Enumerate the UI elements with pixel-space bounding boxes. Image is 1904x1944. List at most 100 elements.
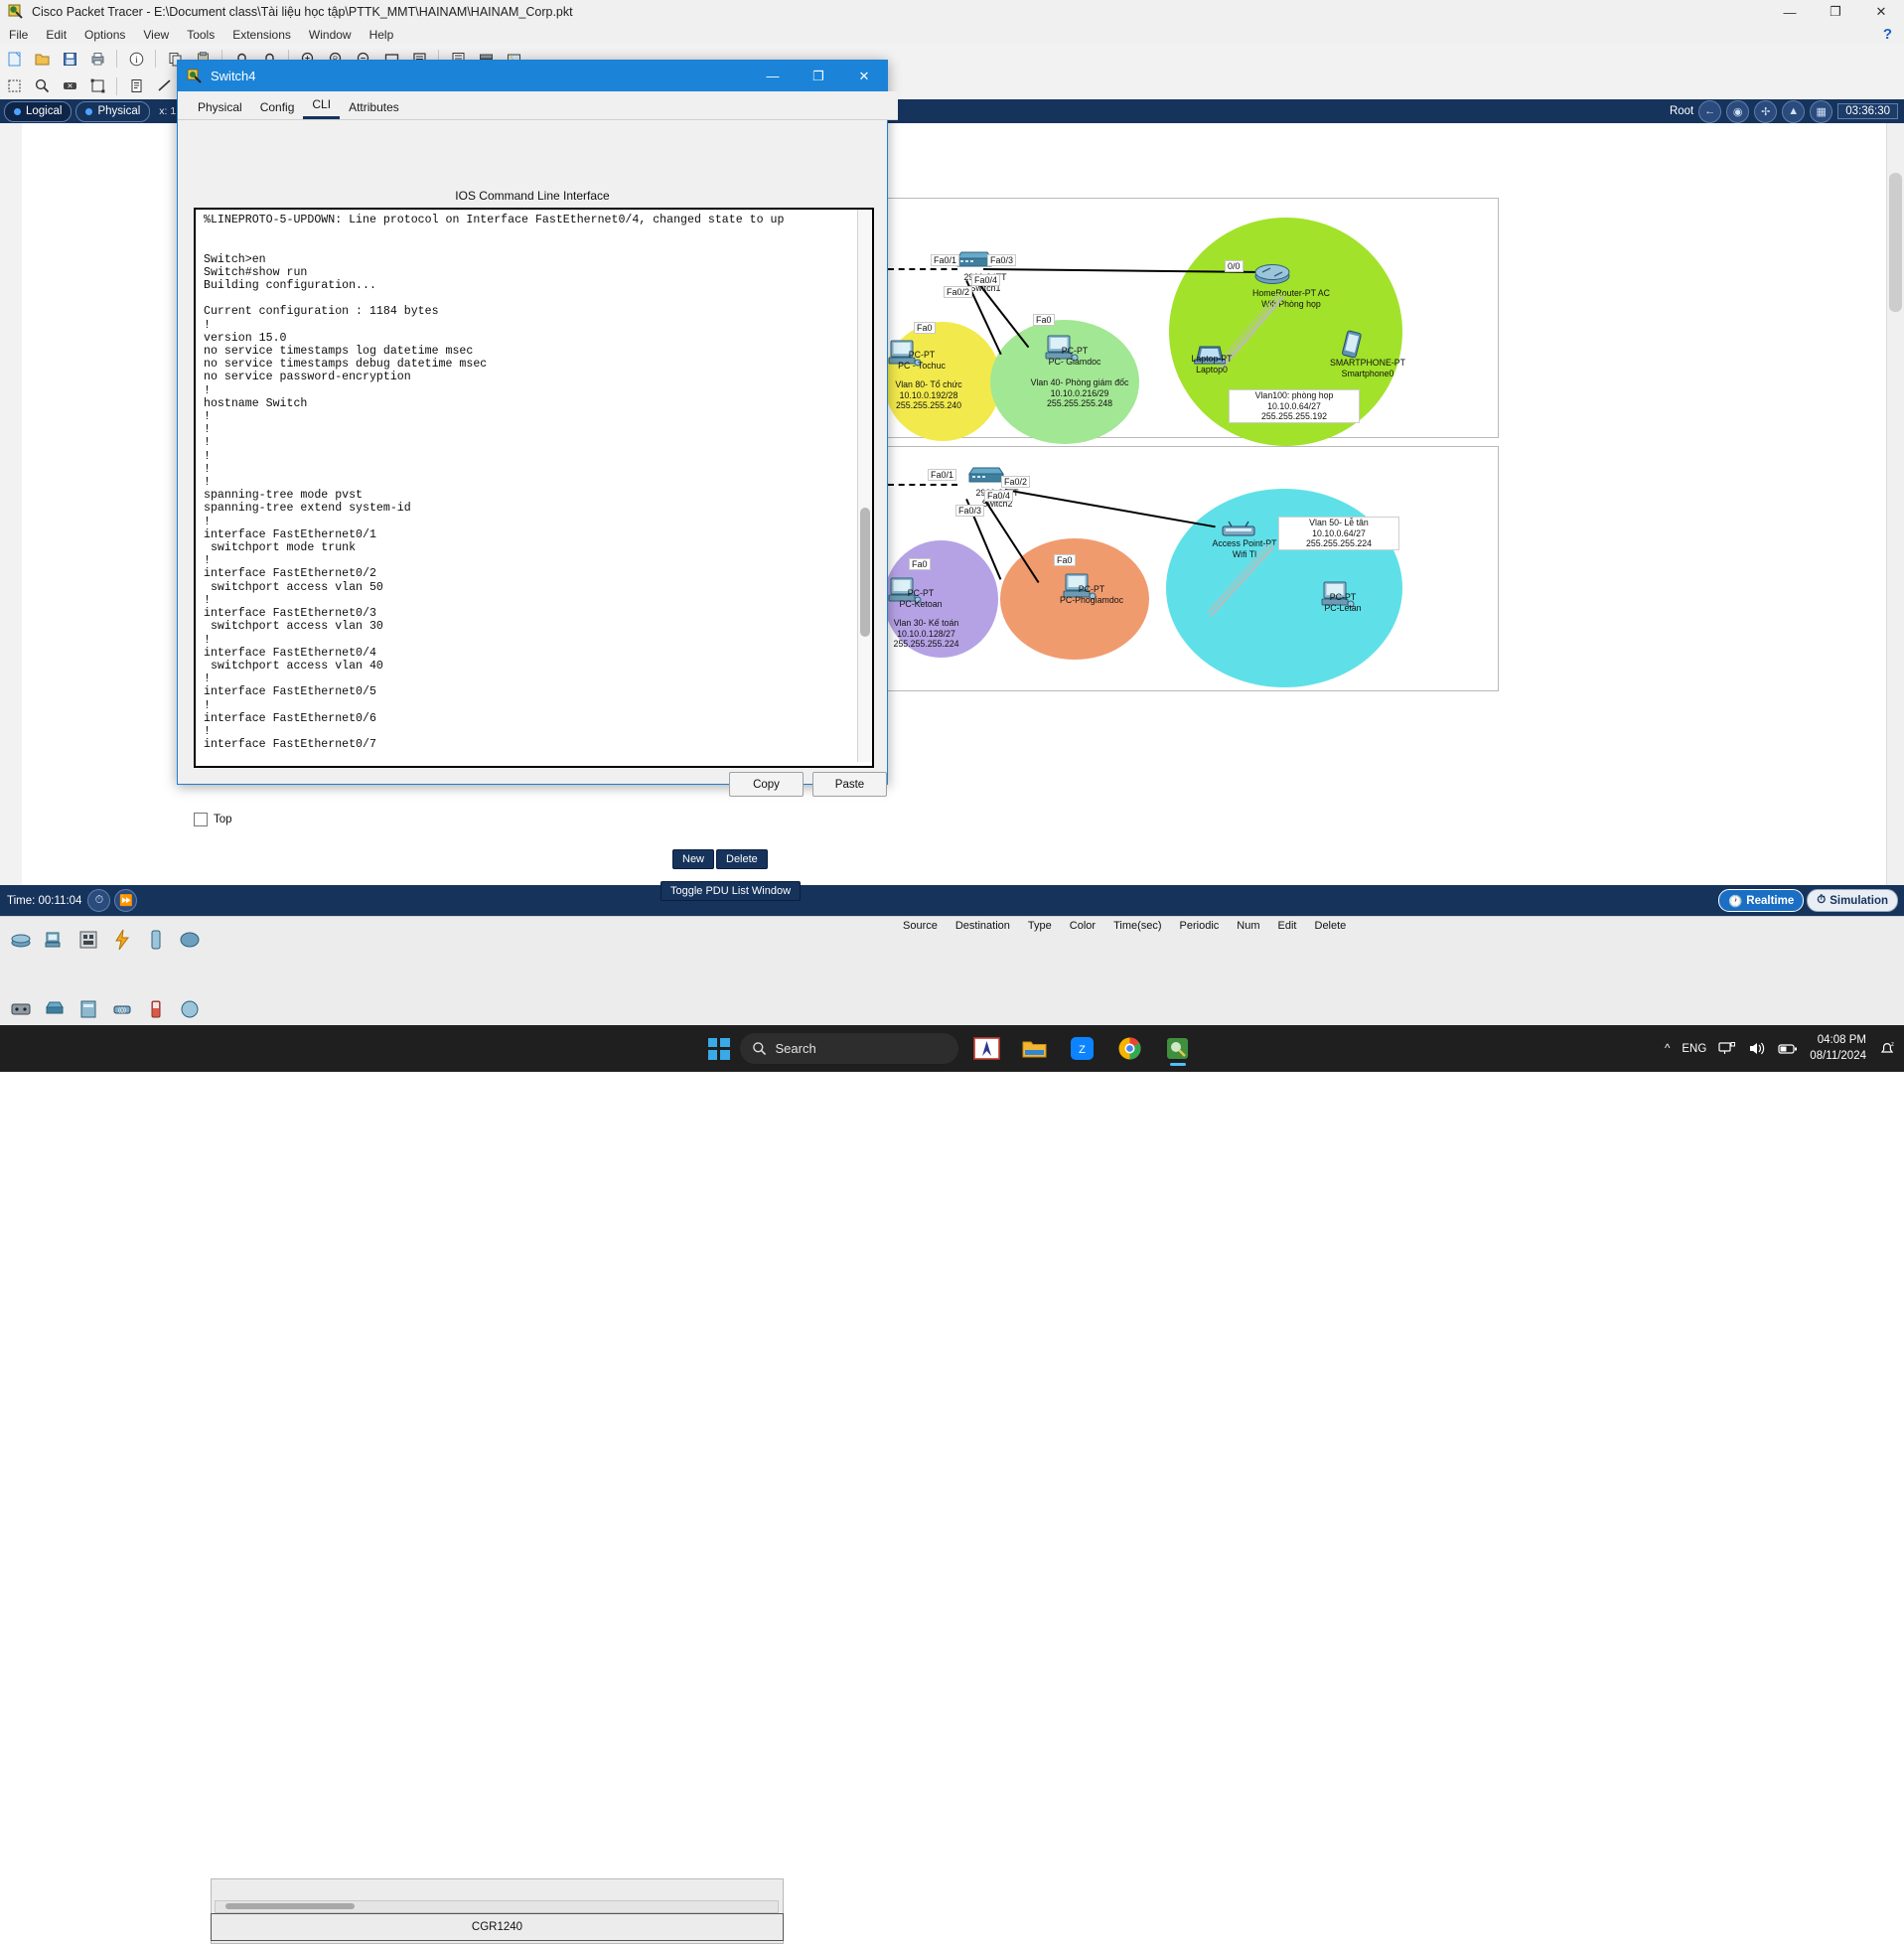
miscellaneous-icon[interactable] [141, 925, 171, 955]
notifications-bell-icon[interactable]: z [1878, 1040, 1896, 1057]
pdu-col-delete: Delete [1314, 920, 1347, 932]
back-arrow-icon[interactable]: ← [1698, 99, 1722, 123]
tab-cli[interactable]: CLI [303, 95, 341, 119]
top-checkbox[interactable] [194, 813, 208, 826]
connections-icon[interactable] [107, 925, 137, 955]
inspect-tool-icon[interactable] [30, 75, 54, 98]
cli-vertical-scrollbar[interactable] [857, 210, 872, 762]
cli-paste-button[interactable]: Paste [812, 772, 887, 797]
switch-type-icon[interactable] [40, 994, 70, 1024]
device-dialog-window[interactable]: Switch4 — ❐ ✕ Physical Config CLI Attrib… [177, 60, 898, 826]
device-type-row: (()) [6, 994, 205, 1024]
tab-physical[interactable]: Physical [189, 98, 251, 119]
realtime-mode-button[interactable]: 🕐 Realtime [1717, 889, 1805, 912]
fast-forward-icon[interactable]: ⏩ [114, 889, 138, 912]
security-type-icon[interactable] [141, 994, 171, 1024]
save-file-icon[interactable] [58, 47, 81, 71]
delete-tool-icon[interactable]: ✕ [58, 75, 81, 98]
simulation-mode-button[interactable]: ⏱ Simulation [1807, 889, 1898, 912]
menu-item-edit[interactable]: Edit [37, 26, 75, 44]
end-devices-icon[interactable] [40, 925, 70, 955]
power-cycle-icon[interactable]: ⏱ [87, 889, 111, 912]
dialog-close-button[interactable]: ✕ [841, 61, 887, 91]
vlan100-name: Vlan100: phòng họp [1254, 390, 1334, 400]
grid-icon[interactable]: ▦ [1810, 99, 1833, 123]
search-icon [752, 1042, 766, 1056]
vlan30-info: Vlan 30- Kế toán 10.10.0.128/27 255.255.… [874, 618, 978, 650]
info-icon[interactable]: i [124, 47, 148, 71]
print-icon[interactable] [85, 47, 109, 71]
viewport-icon[interactable]: ▲ [1782, 99, 1806, 123]
pdu-col-num: Num [1237, 920, 1260, 932]
pdu-new-button[interactable]: New [672, 849, 715, 869]
draw-line-tool-icon[interactable] [152, 75, 176, 98]
cli-scroll-thumb[interactable] [860, 508, 870, 637]
access-point-node[interactable] [1220, 521, 1257, 540]
dialog-maximize-button[interactable]: ❐ [796, 61, 841, 91]
pdu-delete-button[interactable]: Delete [716, 849, 768, 869]
select-tool-icon[interactable] [2, 75, 26, 98]
taskbar-search-box[interactable]: Search [739, 1033, 958, 1064]
show-hidden-icons-chevron-icon[interactable]: ^ [1665, 1043, 1670, 1055]
taskbar-app-explorer[interactable] [1016, 1030, 1054, 1068]
menu-item-window[interactable]: Window [300, 26, 361, 44]
move-layout-icon[interactable]: ✢ [1754, 99, 1778, 123]
wan-type-icon[interactable] [175, 994, 205, 1024]
taskbar-clock[interactable]: 04:08 PM 08/11/2024 [1810, 1033, 1866, 1063]
help-question-icon[interactable]: ? [1883, 26, 1892, 43]
minimize-button[interactable]: — [1767, 0, 1813, 24]
cli-copy-button[interactable]: Copy [729, 772, 804, 797]
workspace-vertical-scrollbar[interactable] [1886, 123, 1904, 885]
homerouter-node[interactable] [1253, 262, 1291, 286]
port-tag-fa01-top: Fa0/1 [931, 254, 960, 266]
windows-start-icon[interactable] [707, 1037, 730, 1060]
physical-view-button[interactable]: Physical [75, 100, 151, 122]
new-file-icon[interactable] [2, 47, 26, 71]
logical-view-button[interactable]: Logical [4, 100, 73, 122]
menu-item-options[interactable]: Options [75, 26, 134, 44]
menu-item-tools[interactable]: Tools [178, 26, 223, 44]
application-titlebar: Cisco Packet Tracer - E:\Document class\… [0, 0, 1904, 25]
toggle-pdu-list-button[interactable]: Toggle PDU List Window [660, 881, 802, 901]
multiuser-icon[interactable] [175, 925, 205, 955]
cli-console[interactable]: %LINEPROTO-5-UPDOWN: Line protocol on In… [194, 208, 874, 768]
wireless-type-icon[interactable]: (()) [107, 994, 137, 1024]
realtime-clock-icon: 🕐 [1727, 895, 1743, 908]
maximize-button[interactable]: ❐ [1813, 0, 1858, 24]
menu-item-extensions[interactable]: Extensions [223, 26, 300, 44]
hub-type-icon[interactable] [73, 994, 103, 1024]
note-tool-icon[interactable] [124, 75, 148, 98]
network-devices-icon[interactable] [6, 925, 36, 955]
dialog-minimize-button[interactable]: — [750, 61, 796, 91]
device-grid-hscroll-thumb[interactable] [225, 1903, 355, 1909]
battery-icon[interactable] [1778, 1042, 1798, 1056]
menu-item-help[interactable]: Help [361, 26, 403, 44]
resize-shape-tool-icon[interactable] [85, 75, 109, 98]
globe-icon[interactable]: ◉ [1726, 99, 1750, 123]
language-indicator[interactable]: ENG [1682, 1043, 1706, 1055]
network-icon[interactable] [1718, 1041, 1736, 1056]
taskbar-app-chrome[interactable] [1111, 1030, 1149, 1068]
menu-item-view[interactable]: View [134, 26, 178, 44]
cli-button-row: Copy Paste [178, 772, 908, 797]
open-file-icon[interactable] [30, 47, 54, 71]
taskbar-app-zalo[interactable]: Z [1064, 1030, 1101, 1068]
workspace-scroll-thumb[interactable] [1889, 173, 1902, 312]
router-type-icon[interactable] [6, 994, 36, 1024]
close-button[interactable]: ✕ [1858, 0, 1904, 24]
volume-icon[interactable] [1748, 1041, 1766, 1056]
dialog-device-icon [187, 69, 203, 84]
pc-tochuc-label: PC-PT PC - Tochuc [878, 350, 965, 371]
dialog-window-controls: — ❐ ✕ [750, 61, 887, 91]
tab-attributes[interactable]: Attributes [340, 98, 408, 119]
menu-item-file[interactable]: File [0, 26, 37, 44]
smartphone0-node[interactable] [1341, 330, 1363, 360]
logical-view-label: Logical [26, 105, 63, 117]
top-checkbox-row[interactable]: Top [194, 813, 232, 826]
taskbar-app-dictionary[interactable] [968, 1030, 1006, 1068]
taskbar-app-packet-tracer[interactable] [1159, 1030, 1197, 1068]
device-grid-hscrollbar[interactable] [215, 1900, 779, 1913]
components-icon[interactable] [73, 925, 103, 955]
tab-config[interactable]: Config [251, 98, 304, 119]
pc-phogiamdoc-label: PC-PT PC-Phogiamdoc [1037, 584, 1146, 605]
